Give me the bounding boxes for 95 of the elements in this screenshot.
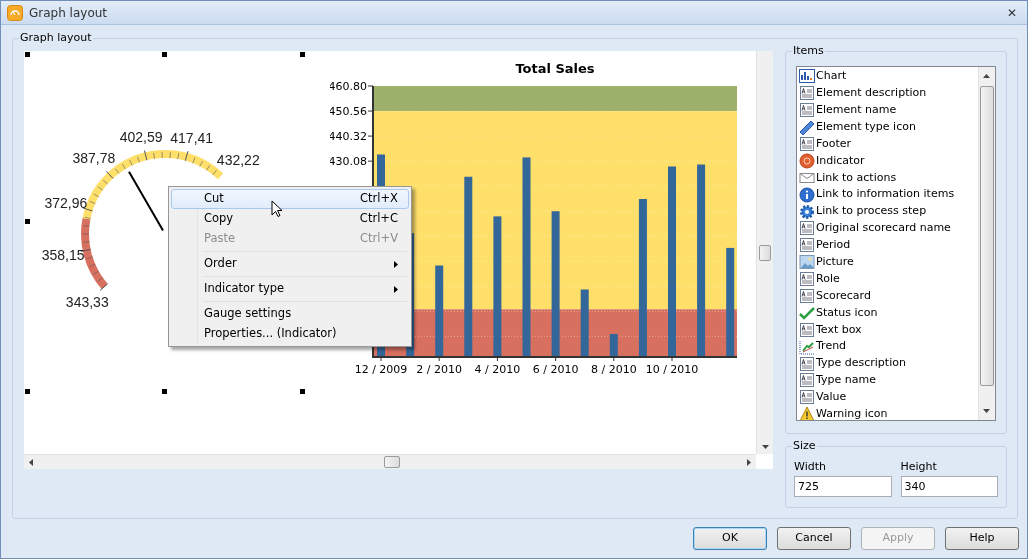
list-item[interactable]: Element name [816, 101, 897, 119]
gauge-label: 372,96 [44, 194, 88, 211]
list-item[interactable]: Type name [816, 372, 876, 389]
text-field-icon [799, 237, 815, 254]
gauge-label: 432,22 [216, 152, 260, 169]
list-item[interactable]: Status icon [816, 304, 878, 322]
text-field-icon [799, 102, 815, 119]
gauge-label: 387,78 [72, 150, 116, 167]
checkmark-icon [799, 304, 815, 321]
warning-icon [799, 406, 815, 420]
list-item[interactable]: Role [816, 270, 840, 288]
selection-handle[interactable] [162, 52, 167, 57]
list-item[interactable]: Element description [816, 85, 927, 102]
selection-handle[interactable] [25, 52, 30, 57]
menu-item[interactable]: Order [171, 254, 409, 274]
list-item[interactable]: Text box [816, 321, 862, 339]
gear-icon [799, 203, 815, 220]
menu-item[interactable]: Properties... (Indicator) [171, 324, 409, 344]
app-icon [7, 4, 23, 21]
scroll-up-icon[interactable] [983, 74, 990, 78]
dialog-button[interactable]: Cancel [777, 527, 851, 550]
width-field[interactable]: 725 [794, 475, 892, 497]
vertical-scrollbar[interactable] [756, 51, 773, 454]
ruler-icon [799, 119, 815, 136]
text-field-icon [799, 220, 815, 237]
list-item[interactable]: Warning icon [816, 406, 888, 420]
list-item[interactable]: Original scorecard name [816, 220, 951, 237]
selection-handle[interactable] [300, 52, 305, 57]
field-label: Width [794, 459, 827, 475]
list-item[interactable]: Link to actions [816, 169, 897, 187]
scroll-down-icon[interactable] [983, 409, 990, 413]
text-field-icon [799, 271, 815, 288]
list-item[interactable]: Period [816, 237, 851, 254]
bar [580, 289, 589, 357]
menu-item[interactable]: Indicator type [171, 279, 409, 299]
scroll-down-icon[interactable] [762, 445, 769, 449]
list-item[interactable]: Trend [816, 338, 847, 355]
height-field[interactable]: 340 [900, 475, 998, 497]
text-field-icon [799, 389, 815, 406]
list-item[interactable]: Element type icon [816, 118, 916, 136]
scroll-right-icon[interactable] [747, 459, 751, 466]
submenu-arrow-icon [394, 260, 398, 268]
selection-handle[interactable] [25, 389, 30, 394]
text-field-icon [799, 288, 815, 304]
axis-label: 8 / 2010 [590, 363, 637, 376]
scroll-thumb[interactable] [384, 456, 400, 468]
scroll-left-icon[interactable] [29, 459, 33, 466]
selection-handle[interactable] [25, 219, 30, 224]
text-field-icon [799, 355, 815, 372]
axis-label: 6 / 2010 [532, 363, 579, 376]
axis-label: 4 / 2010 [474, 363, 521, 376]
menu-item[interactable]: Gauge settings [171, 304, 409, 324]
list-item[interactable]: Link to process step [816, 203, 927, 220]
axis-label: 12 / 2009 [354, 363, 408, 376]
scroll-thumb[interactable] [980, 86, 994, 386]
gauge-label: 343,33 [65, 293, 109, 310]
scroll-thumb[interactable] [759, 245, 771, 261]
list-item[interactable]: Value [816, 389, 847, 406]
gauge-label: 358,15 [41, 247, 85, 264]
list-item[interactable]: Indicator [816, 152, 865, 170]
list-item[interactable]: Footer [816, 135, 851, 153]
list-item[interactable]: Scorecard [816, 287, 871, 305]
dialog-button[interactable]: OK [693, 527, 767, 550]
bar [609, 334, 618, 357]
list-item[interactable]: Link to information items [816, 186, 955, 203]
selection-handle[interactable] [300, 389, 305, 394]
mouse-pointer-icon [271, 200, 283, 218]
gauge-icon [799, 152, 815, 169]
text-field-icon [799, 321, 815, 338]
list-item[interactable]: Chart [816, 68, 847, 85]
selection-handle[interactable] [162, 389, 167, 394]
trend-line-icon [799, 338, 815, 355]
menu-item[interactable]: Cut Ctrl+X [171, 189, 409, 209]
text-field-icon [799, 85, 815, 102]
menu-item[interactable]: Copy Ctrl+C [171, 209, 409, 229]
text-field-icon [799, 136, 815, 152]
list-scrollbar[interactable] [978, 67, 995, 420]
picture-icon [799, 254, 815, 271]
horizontal-scrollbar[interactable] [24, 454, 756, 469]
close-button[interactable]: ✕ [1002, 3, 1021, 22]
gauge-needle [128, 170, 164, 232]
list-item[interactable]: Picture [816, 254, 854, 271]
submenu-arrow-icon [394, 285, 398, 293]
chart-title: Total Sales [515, 61, 595, 76]
gauge-label: 417,41 [170, 129, 214, 146]
gauge-label: 402,59 [119, 128, 163, 145]
axis-label: 2 / 2010 [416, 363, 463, 376]
dialog-button[interactable]: Help [945, 527, 1019, 550]
group-title: Graph layout [19, 31, 93, 45]
text-field-icon [799, 372, 815, 389]
field-label: Height [900, 459, 938, 475]
axis-label: 10 / 2010 [645, 363, 699, 376]
info-icon [799, 186, 815, 203]
list-item[interactable]: Type description [816, 355, 906, 372]
window-title: Graph layout [29, 4, 108, 22]
